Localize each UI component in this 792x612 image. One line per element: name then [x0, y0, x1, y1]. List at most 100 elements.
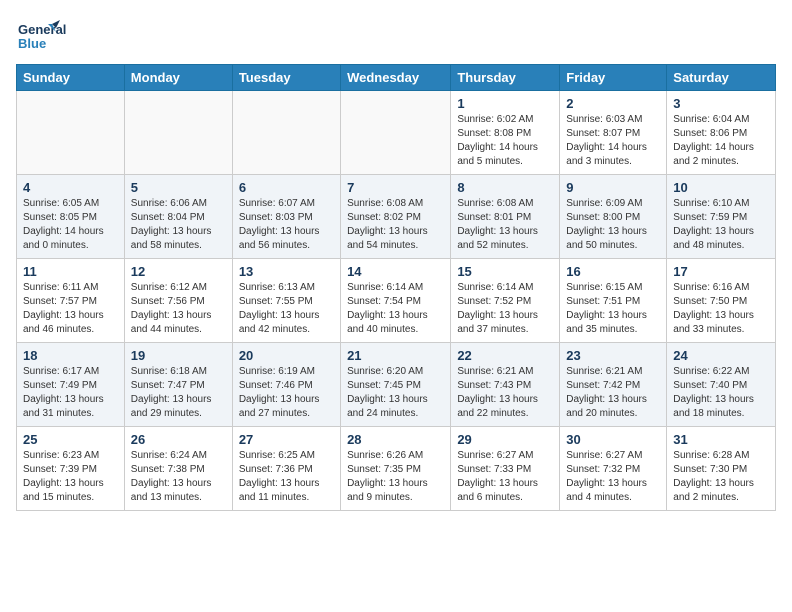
calendar-cell: 25Sunrise: 6:23 AM Sunset: 7:39 PM Dayli…: [17, 427, 125, 511]
calendar-cell: [232, 91, 340, 175]
svg-text:Blue: Blue: [18, 36, 46, 51]
day-detail: Sunrise: 6:20 AM Sunset: 7:45 PM Dayligh…: [347, 365, 444, 421]
calendar-cell: 30 Sunrise: 6:27 AM Sunset: 7:32 PM Dayli…: [560, 427, 667, 511]
day-detail: Sunrise: 6:14 AM Sunset: 7:54 PM Dayligh…: [347, 281, 444, 337]
day-number: 16: [566, 264, 660, 279]
day-number: 2: [566, 96, 660, 111]
calendar-cell: 2Sunrise: 6:03 AM Sunset: 8:07 PM Daylig…: [560, 91, 667, 175]
day-detail: Sunrise: 6:27 AM Sunset: 7:32 PM Dayligh…: [566, 449, 660, 505]
day-header-wednesday: Wednesday: [341, 65, 451, 91]
calendar-cell: [17, 91, 125, 175]
calendar-cell: 14 Sunrise: 6:14 AM Sunset: 7:54 PM Dayli…: [341, 259, 451, 343]
calendar-cell: 21 Sunrise: 6:20 AM Sunset: 7:45 PM Dayli…: [341, 343, 451, 427]
day-number: 23: [566, 348, 660, 363]
day-number: 15: [457, 264, 553, 279]
calendar-cell: 4 Sunrise: 6:05 AM Sunset: 8:05 PM Daylig…: [17, 175, 125, 259]
calendar-table: SundayMondayTuesdayWednesdayThursdayFrid…: [16, 64, 776, 511]
day-number: 12: [131, 264, 226, 279]
svg-text:General: General: [18, 22, 66, 37]
calendar-cell: 12 Sunrise: 6:12 AM Sunset: 7:56 PM Dayli…: [124, 259, 232, 343]
calendar-week-1: 1Sunrise: 6:02 AM Sunset: 8:08 PM Daylig…: [17, 91, 776, 175]
day-number: 26: [131, 432, 226, 447]
day-number: 31: [673, 432, 769, 447]
calendar-cell: 8Sunrise: 6:08 AM Sunset: 8:01 PM Daylig…: [451, 175, 560, 259]
calendar-week-2: 4 Sunrise: 6:05 AM Sunset: 8:05 PM Daylig…: [17, 175, 776, 259]
day-header-monday: Monday: [124, 65, 232, 91]
logo-icon: General Blue: [16, 16, 96, 56]
day-detail: Sunrise: 6:06 AM Sunset: 8:04 PM Dayligh…: [131, 197, 226, 253]
calendar-cell: 20 Sunrise: 6:19 AM Sunset: 7:46 PM Dayli…: [232, 343, 340, 427]
day-number: 22: [457, 348, 553, 363]
day-detail: Sunrise: 6:28 AM Sunset: 7:30 PM Dayligh…: [673, 449, 769, 505]
day-number: 21: [347, 348, 444, 363]
day-number: 5: [131, 180, 226, 195]
calendar-week-4: 18 Sunrise: 6:17 AM Sunset: 7:49 PM Dayli…: [17, 343, 776, 427]
calendar-cell: 7Sunrise: 6:08 AM Sunset: 8:02 PM Daylig…: [341, 175, 451, 259]
calendar-cell: 18 Sunrise: 6:17 AM Sunset: 7:49 PM Dayli…: [17, 343, 125, 427]
day-number: 4: [23, 180, 118, 195]
calendar-cell: 10Sunrise: 6:10 AM Sunset: 7:59 PM Dayli…: [667, 175, 776, 259]
day-number: 30: [566, 432, 660, 447]
day-number: 1: [457, 96, 553, 111]
day-header-sunday: Sunday: [17, 65, 125, 91]
day-detail: Sunrise: 6:07 AM Sunset: 8:03 PM Dayligh…: [239, 197, 334, 253]
day-number: 9: [566, 180, 660, 195]
day-detail: Sunrise: 6:22 AM Sunset: 7:40 PM Dayligh…: [673, 365, 769, 421]
day-header-friday: Friday: [560, 65, 667, 91]
calendar-cell: 11 Sunrise: 6:11 AM Sunset: 7:57 PM Dayli…: [17, 259, 125, 343]
day-detail: Sunrise: 6:16 AM Sunset: 7:50 PM Dayligh…: [673, 281, 769, 337]
day-detail: Sunrise: 6:27 AM Sunset: 7:33 PM Dayligh…: [457, 449, 553, 505]
day-detail: Sunrise: 6:19 AM Sunset: 7:46 PM Dayligh…: [239, 365, 334, 421]
calendar-cell: 13 Sunrise: 6:13 AM Sunset: 7:55 PM Dayli…: [232, 259, 340, 343]
day-header-tuesday: Tuesday: [232, 65, 340, 91]
day-detail: Sunrise: 6:13 AM Sunset: 7:55 PM Dayligh…: [239, 281, 334, 337]
day-detail: Sunrise: 6:05 AM Sunset: 8:05 PM Dayligh…: [23, 197, 118, 253]
day-header-saturday: Saturday: [667, 65, 776, 91]
day-number: 24: [673, 348, 769, 363]
calendar-cell: 16 Sunrise: 6:15 AM Sunset: 7:51 PM Dayli…: [560, 259, 667, 343]
day-number: 27: [239, 432, 334, 447]
day-detail: Sunrise: 6:10 AM Sunset: 7:59 PM Dayligh…: [673, 197, 769, 253]
day-number: 25: [23, 432, 118, 447]
calendar-cell: 24 Sunrise: 6:22 AM Sunset: 7:40 PM Dayli…: [667, 343, 776, 427]
day-detail: Sunrise: 6:24 AM Sunset: 7:38 PM Dayligh…: [131, 449, 226, 505]
day-number: 13: [239, 264, 334, 279]
day-detail: Sunrise: 6:17 AM Sunset: 7:49 PM Dayligh…: [23, 365, 118, 421]
calendar-cell: 9 Sunrise: 6:09 AM Sunset: 8:00 PM Daylig…: [560, 175, 667, 259]
day-number: 7: [347, 180, 444, 195]
calendar-cell: [341, 91, 451, 175]
calendar-header-row: SundayMondayTuesdayWednesdayThursdayFrid…: [17, 65, 776, 91]
calendar-cell: 15 Sunrise: 6:14 AM Sunset: 7:52 PM Dayli…: [451, 259, 560, 343]
calendar-cell: 17 Sunrise: 6:16 AM Sunset: 7:50 PM Dayli…: [667, 259, 776, 343]
day-detail: Sunrise: 6:15 AM Sunset: 7:51 PM Dayligh…: [566, 281, 660, 337]
day-detail: Sunrise: 6:09 AM Sunset: 8:00 PM Dayligh…: [566, 197, 660, 253]
calendar-cell: 22Sunrise: 6:21 AM Sunset: 7:43 PM Dayli…: [451, 343, 560, 427]
day-number: 11: [23, 264, 118, 279]
calendar-week-5: 25Sunrise: 6:23 AM Sunset: 7:39 PM Dayli…: [17, 427, 776, 511]
day-detail: Sunrise: 6:12 AM Sunset: 7:56 PM Dayligh…: [131, 281, 226, 337]
calendar-cell: 5 Sunrise: 6:06 AM Sunset: 8:04 PM Daylig…: [124, 175, 232, 259]
calendar-cell: [124, 91, 232, 175]
calendar-cell: 19Sunrise: 6:18 AM Sunset: 7:47 PM Dayli…: [124, 343, 232, 427]
calendar-cell: 27Sunrise: 6:25 AM Sunset: 7:36 PM Dayli…: [232, 427, 340, 511]
logo: General Blue: [16, 16, 96, 56]
day-header-thursday: Thursday: [451, 65, 560, 91]
day-number: 19: [131, 348, 226, 363]
calendar-cell: 6Sunrise: 6:07 AM Sunset: 8:03 PM Daylig…: [232, 175, 340, 259]
page: General Blue SundayMondayTuesdayWednesda…: [0, 0, 792, 519]
day-detail: Sunrise: 6:21 AM Sunset: 7:42 PM Dayligh…: [566, 365, 660, 421]
calendar-cell: 29 Sunrise: 6:27 AM Sunset: 7:33 PM Dayli…: [451, 427, 560, 511]
calendar-cell: 23 Sunrise: 6:21 AM Sunset: 7:42 PM Dayli…: [560, 343, 667, 427]
day-number: 17: [673, 264, 769, 279]
day-number: 20: [239, 348, 334, 363]
day-number: 8: [457, 180, 553, 195]
day-number: 18: [23, 348, 118, 363]
day-number: 14: [347, 264, 444, 279]
day-detail: Sunrise: 6:11 AM Sunset: 7:57 PM Dayligh…: [23, 281, 118, 337]
day-number: 28: [347, 432, 444, 447]
calendar-cell: 3Sunrise: 6:04 AM Sunset: 8:06 PM Daylig…: [667, 91, 776, 175]
day-detail: Sunrise: 6:26 AM Sunset: 7:35 PM Dayligh…: [347, 449, 444, 505]
day-detail: Sunrise: 6:04 AM Sunset: 8:06 PM Dayligh…: [673, 113, 769, 169]
day-detail: Sunrise: 6:14 AM Sunset: 7:52 PM Dayligh…: [457, 281, 553, 337]
day-number: 29: [457, 432, 553, 447]
